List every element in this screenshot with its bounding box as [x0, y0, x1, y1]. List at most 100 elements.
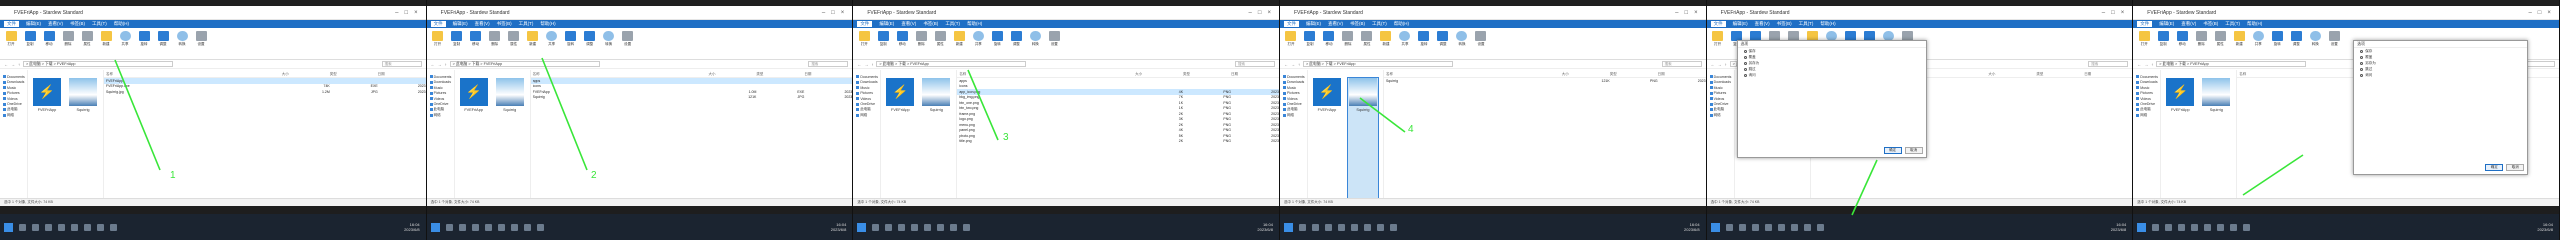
column-header[interactable]: 名称 [959, 72, 1135, 77]
taskbar-app-icon[interactable] [2217, 223, 2225, 231]
maximize-button[interactable]: □ [405, 10, 409, 16]
column-header[interactable]: 类型 [756, 72, 804, 77]
menu-item-0[interactable]: 文件 [857, 21, 873, 27]
menu-item-1[interactable]: 编辑(E) [1306, 21, 1321, 27]
ribbon-button-1[interactable]: 复制 [23, 31, 37, 47]
column-header[interactable]: 日期 [1231, 72, 1279, 77]
maximize-button[interactable]: □ [2538, 10, 2542, 16]
column-header[interactable]: 日期 [2084, 72, 2132, 77]
thumbnail-item[interactable]: ⚡ FVEFriApp [2165, 78, 2195, 198]
ok-button[interactable]: 确定 [1883, 147, 1902, 154]
maximize-button[interactable]: □ [1684, 10, 1688, 16]
taskbar-app-icon[interactable] [1376, 223, 1384, 231]
ribbon-button-5[interactable]: 新建 [526, 31, 540, 47]
menu-item-5[interactable]: 帮助(H) [967, 21, 982, 27]
forward-icon[interactable]: → [438, 62, 442, 67]
radio-icon[interactable] [1743, 49, 1747, 53]
ribbon-button-8[interactable]: 调整 [2289, 31, 2303, 47]
ribbon-button-1[interactable]: 复制 [2156, 31, 2170, 47]
menu-item-5[interactable]: 帮助(H) [1394, 21, 1409, 27]
taskbar-app-icon[interactable] [1816, 223, 1824, 231]
forward-icon[interactable]: → [1291, 62, 1295, 67]
start-icon[interactable] [1710, 222, 1720, 232]
taskbar-app-icon[interactable] [2165, 223, 2173, 231]
menu-item-0[interactable]: 文件 [430, 21, 446, 27]
ribbon-button-9[interactable]: 转换 [1455, 31, 1469, 47]
file-row[interactable]: bkg_img.png 7K PNG 2023 [957, 95, 1279, 101]
radio-icon[interactable] [1743, 55, 1747, 59]
search-input[interactable]: 搜索 [1661, 61, 1702, 67]
close-button[interactable]: × [1694, 10, 1698, 16]
ok-button[interactable]: 确定 [2485, 164, 2504, 171]
ribbon-button-0[interactable]: 打开 [431, 31, 445, 47]
ribbon-button-6[interactable]: 共享 [545, 31, 559, 47]
dialog-option[interactable]: 询问 [1738, 72, 1926, 78]
menu-item-2[interactable]: 查看(V) [1755, 21, 1770, 27]
back-icon[interactable]: ← [1284, 62, 1288, 67]
column-header[interactable]: 类型 [1183, 72, 1231, 77]
menu-item-2[interactable]: 查看(V) [1328, 21, 1343, 27]
start-icon[interactable] [1283, 222, 1293, 232]
tree-item[interactable]: 网络 [0, 113, 27, 119]
start-icon[interactable] [4, 222, 13, 232]
menu-item-4[interactable]: 工具(T) [92, 21, 107, 27]
taskbar-app-icon[interactable] [58, 223, 65, 231]
taskbar-app-icon[interactable] [45, 223, 52, 231]
taskbar-app-icon[interactable] [924, 223, 932, 231]
file-row[interactable]: title.png 2K PNG 2023 [957, 139, 1279, 145]
ribbon-button-9[interactable]: 转换 [175, 31, 189, 47]
back-icon[interactable]: ← [4, 62, 8, 67]
taskbar-app-icon[interactable] [898, 223, 906, 231]
thumbnail-item[interactable]: Squirrig [1346, 77, 1379, 199]
taskbar-app-icon[interactable] [950, 223, 958, 231]
menu-item-5[interactable]: 帮助(H) [1820, 21, 1835, 27]
ribbon-button-10[interactable]: 设置 [1474, 31, 1488, 47]
forward-icon[interactable]: → [864, 62, 868, 67]
up-icon[interactable]: ↑ [871, 62, 873, 67]
taskbar-app-icon[interactable] [110, 223, 117, 231]
tree-item[interactable]: 网络 [427, 113, 454, 119]
taskbar-app-icon[interactable] [84, 223, 91, 231]
taskbar-app-icon[interactable] [2178, 223, 2186, 231]
radio-icon[interactable] [2360, 61, 2364, 65]
column-header[interactable]: 名称 [106, 72, 282, 77]
taskbar-app-icon[interactable] [2204, 223, 2212, 231]
ribbon-button-4[interactable]: 属性 [80, 31, 94, 47]
ribbon-button-5[interactable]: 新建 [2232, 31, 2246, 47]
file-row[interactable]: panel.png 4K PNG 2023 [957, 128, 1279, 134]
address-path[interactable]: > 此电脑 > 下载 > FVEFriApp [2156, 61, 2307, 67]
ribbon-button-6[interactable]: 共享 [2251, 31, 2265, 47]
taskbar-app-icon[interactable] [2191, 223, 2199, 231]
ribbon-button-2[interactable]: 移动 [2175, 31, 2189, 47]
ribbon-button-6[interactable]: 共享 [971, 31, 985, 47]
taskbar-app-icon[interactable] [510, 223, 518, 231]
taskbar-app-icon[interactable] [1777, 223, 1785, 231]
taskbar-app-icon[interactable] [458, 223, 466, 231]
menu-item-0[interactable]: 文件 [4, 21, 19, 27]
file-row[interactable]: logo.png 3K PNG 2023 [957, 117, 1279, 123]
thumbnail-item[interactable]: ⚡ FVEFriApp [32, 78, 62, 198]
back-icon[interactable]: ← [857, 62, 861, 67]
menu-item-2[interactable]: 查看(V) [48, 21, 63, 27]
file-row[interactable]: Squirrig 121K PNG 2023 [1384, 78, 1706, 84]
start-icon[interactable] [857, 222, 867, 232]
taskbar-app-icon[interactable] [484, 223, 492, 231]
ribbon-button-7[interactable]: 旋转 [1417, 31, 1431, 47]
menu-item-2[interactable]: 查看(V) [901, 21, 916, 27]
forward-icon[interactable]: → [1718, 62, 1722, 67]
close-button[interactable]: × [2547, 10, 2551, 16]
menu-item-1[interactable]: 编辑(E) [453, 21, 468, 27]
ribbon-button-10[interactable]: 设置 [1047, 31, 1061, 47]
minimize-button[interactable]: – [2528, 10, 2531, 16]
menu-item-3[interactable]: 书签(B) [497, 21, 512, 27]
taskbar-app-icon[interactable] [2230, 223, 2238, 231]
search-input[interactable]: 搜索 [381, 61, 422, 67]
taskbar-app-icon[interactable] [963, 223, 971, 231]
radio-icon[interactable] [1743, 73, 1747, 77]
close-button[interactable]: × [1267, 10, 1271, 16]
ribbon-button-6[interactable]: 共享 [118, 31, 132, 47]
column-header[interactable]: 名称 [1386, 72, 1562, 77]
menu-item-4[interactable]: 工具(T) [945, 21, 960, 27]
address-path[interactable]: > 此电脑 > 下载 > FVEFriApp [1302, 61, 1453, 67]
taskbar-app-icon[interactable] [497, 223, 505, 231]
